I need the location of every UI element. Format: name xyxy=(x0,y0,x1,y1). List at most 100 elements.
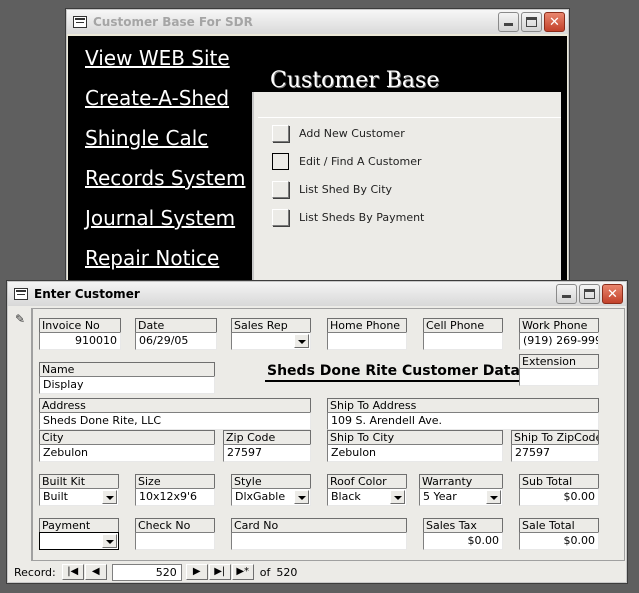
built-kit-combo[interactable]: Built xyxy=(39,488,119,506)
payment-label: Payment xyxy=(39,518,119,532)
nav-link-repair-notice[interactable]: Repair Notice xyxy=(85,246,219,270)
invoice-no-label: Invoice No xyxy=(39,318,121,332)
maximize-icon xyxy=(584,289,595,299)
maximize-button[interactable] xyxy=(579,284,600,304)
new-record-button[interactable]: ▶* xyxy=(231,564,254,580)
window-title: Enter Customer xyxy=(34,287,140,301)
option-list-sheds-by-payment[interactable]: List Sheds By Payment xyxy=(272,209,424,226)
zip-code-label: Zip Code xyxy=(223,430,311,444)
enter-customer-window: Enter Customer ✕ ✎ Invoice No 910010 Dat… xyxy=(7,281,627,583)
minimize-button[interactable] xyxy=(498,12,519,32)
customer-base-body: View WEB Site Create-A-Shed Shingle Calc… xyxy=(68,36,567,300)
address-field[interactable]: Sheds Done Rite, LLC xyxy=(39,412,311,430)
last-record-icon: ▶| xyxy=(214,566,226,577)
home-phone-field[interactable] xyxy=(327,332,407,350)
option-button[interactable] xyxy=(272,209,289,226)
first-record-button[interactable]: |◀ xyxy=(61,564,84,580)
sale-total-label: Sale Total xyxy=(519,518,599,532)
work-phone-label: Work Phone xyxy=(519,318,599,332)
option-add-new-customer[interactable]: Add New Customer xyxy=(272,125,405,142)
zip-code-field[interactable]: 27597 xyxy=(223,444,311,462)
option-button[interactable] xyxy=(272,181,289,198)
maximize-icon xyxy=(526,17,537,27)
nav-link-journal-system[interactable]: Journal System xyxy=(85,206,235,230)
record-total: 520 xyxy=(276,565,298,579)
chevron-down-icon[interactable] xyxy=(102,534,117,548)
sale-total-field[interactable]: $0.00 xyxy=(519,532,599,550)
chevron-down-icon[interactable] xyxy=(102,490,117,504)
card-no-label: Card No xyxy=(231,518,407,532)
option-label: List Sheds By Payment xyxy=(299,211,425,224)
option-button[interactable] xyxy=(272,153,289,170)
roof-color-label: Roof Color xyxy=(327,474,407,488)
style-label: Style xyxy=(231,474,311,488)
nav-link-records-system[interactable]: Records System xyxy=(85,166,245,190)
close-button[interactable]: ✕ xyxy=(602,284,623,304)
sub-total-field[interactable]: $0.00 xyxy=(519,488,599,506)
record-label: Record: xyxy=(14,565,56,579)
customer-base-window: Customer Base For SDR ✕ View WEB Site Cr… xyxy=(66,9,569,301)
option-label: Add New Customer xyxy=(299,127,405,140)
ship-to-city-field[interactable]: Zebulon xyxy=(327,444,503,462)
previous-record-icon: ◀ xyxy=(91,566,100,577)
work-phone-field[interactable]: (919) 269-9995 xyxy=(519,332,599,350)
nav-link-shingle-calc[interactable]: Shingle Calc xyxy=(85,126,208,150)
minimize-button[interactable] xyxy=(556,284,577,304)
name-field[interactable]: Display xyxy=(39,376,215,394)
pencil-icon: ✎ xyxy=(15,312,26,326)
roof-color-combo[interactable]: Black xyxy=(327,488,407,506)
next-record-button[interactable]: ▶ xyxy=(185,564,208,580)
address-label: Address xyxy=(39,398,311,412)
ship-to-zip-field[interactable]: 27597 xyxy=(511,444,599,462)
date-label: Date xyxy=(135,318,217,332)
card-no-field[interactable] xyxy=(231,532,407,550)
check-no-field[interactable] xyxy=(135,532,215,550)
last-record-button[interactable]: ▶| xyxy=(208,564,231,580)
nav-link-view-web-site[interactable]: View WEB Site xyxy=(85,46,230,70)
divider xyxy=(258,117,561,118)
window-title: Customer Base For SDR xyxy=(93,15,253,29)
record-selector[interactable]: ✎ xyxy=(10,308,32,561)
option-button[interactable] xyxy=(272,125,289,142)
invoice-no-field[interactable]: 910010 xyxy=(39,332,121,350)
record-navigation: Record: |◀ ◀ 520 ▶ ▶| ▶* of 520 xyxy=(14,562,297,582)
minimize-icon xyxy=(504,23,513,26)
maximize-button[interactable] xyxy=(521,12,542,32)
sales-rep-combo[interactable] xyxy=(231,332,311,350)
customer-form: Invoice No 910010 Date 06/29/05 Sales Re… xyxy=(32,308,625,561)
nav-link-create-a-shed[interactable]: Create-A-Shed xyxy=(85,86,229,110)
chevron-down-icon[interactable] xyxy=(390,490,405,504)
close-button[interactable]: ✕ xyxy=(544,12,565,32)
extension-label: Extension xyxy=(519,354,599,368)
city-field[interactable]: Zebulon xyxy=(39,444,215,462)
warranty-label: Warranty xyxy=(419,474,503,488)
size-field[interactable]: 10x12x9'6 xyxy=(135,488,215,506)
ship-to-city-label: Ship To City xyxy=(327,430,503,444)
new-record-icon: ▶* xyxy=(236,566,250,577)
customer-base-titlebar[interactable]: Customer Base For SDR ✕ xyxy=(67,10,568,34)
sub-total-label: Sub Total xyxy=(519,474,599,488)
extension-field[interactable] xyxy=(519,368,599,386)
of-label: of xyxy=(259,565,271,579)
sales-rep-label: Sales Rep xyxy=(231,318,311,332)
next-record-icon: ▶ xyxy=(192,566,201,577)
chevron-down-icon[interactable] xyxy=(294,334,309,348)
previous-record-button[interactable]: ◀ xyxy=(84,564,107,580)
payment-combo[interactable] xyxy=(39,532,119,550)
warranty-combo[interactable]: 5 Year xyxy=(419,488,503,506)
built-kit-label: Built Kit xyxy=(39,474,119,488)
style-combo[interactable]: DlxGable xyxy=(231,488,311,506)
close-icon: ✕ xyxy=(607,286,618,302)
sales-tax-field[interactable]: $0.00 xyxy=(423,532,503,550)
style-value: DlxGable xyxy=(235,490,286,503)
ship-to-address-field[interactable]: 109 S. Arendell Ave. xyxy=(327,412,599,430)
option-edit-find-customer[interactable]: Edit / Find A Customer xyxy=(272,153,422,170)
current-record-field[interactable]: 520 xyxy=(111,563,182,581)
chevron-down-icon[interactable] xyxy=(486,490,501,504)
date-field[interactable]: 06/29/05 xyxy=(135,332,217,350)
ship-to-address-label: Ship To Address xyxy=(327,398,599,412)
option-list-shed-by-city[interactable]: List Shed By City xyxy=(272,181,392,198)
chevron-down-icon[interactable] xyxy=(294,490,309,504)
cell-phone-field[interactable] xyxy=(423,332,503,350)
enter-customer-titlebar[interactable]: Enter Customer ✕ xyxy=(8,282,626,306)
